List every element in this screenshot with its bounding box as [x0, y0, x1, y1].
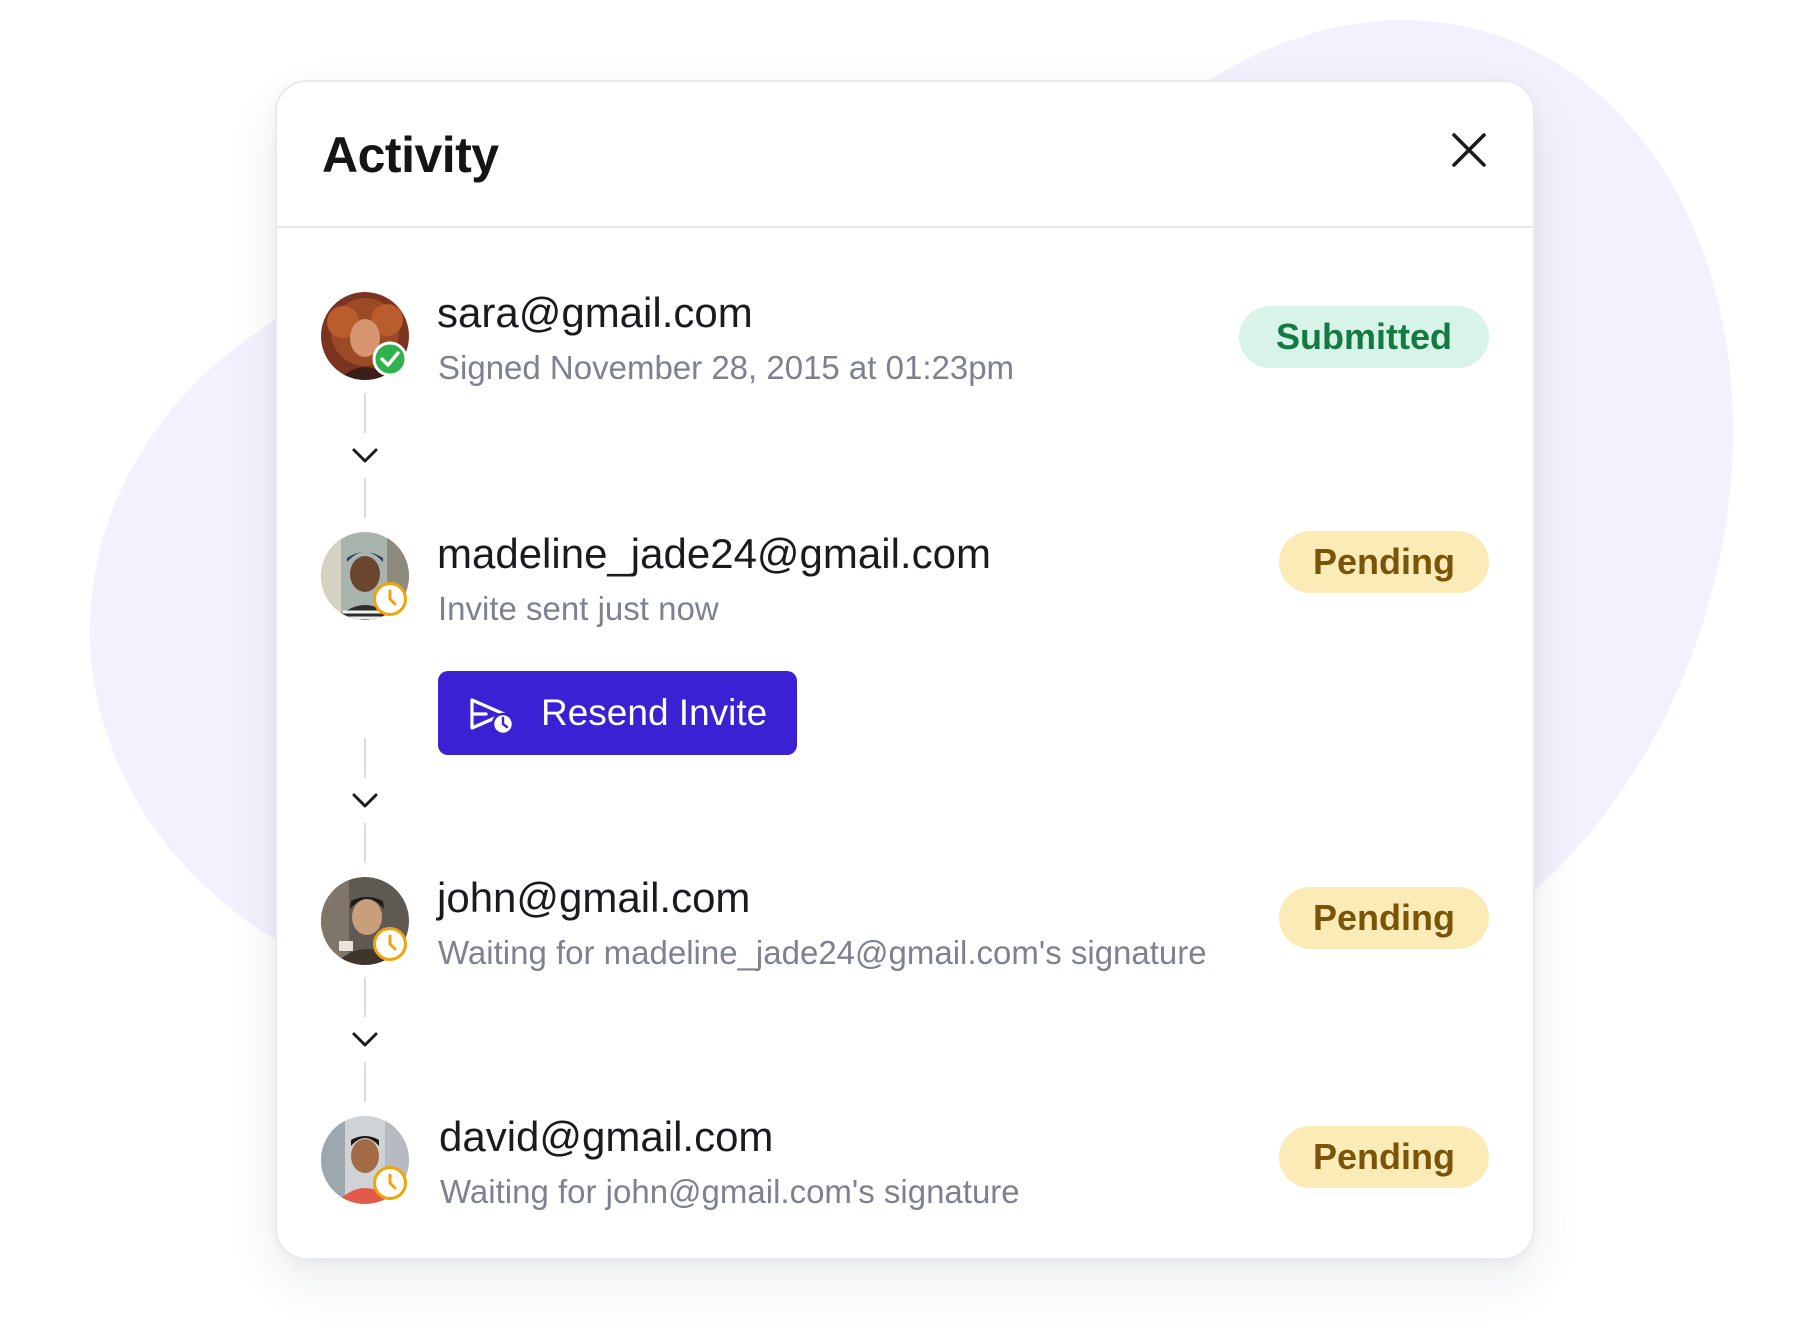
timeline-connector	[364, 1062, 366, 1102]
status-badge: Pending	[1279, 1126, 1489, 1188]
avatar	[321, 1116, 409, 1204]
close-icon	[1452, 133, 1486, 167]
timeline-connector	[364, 478, 366, 518]
chevron-down-icon	[349, 790, 381, 812]
activity-email: madeline_jade24@gmail.com	[437, 530, 991, 577]
status-badge: Pending	[1279, 887, 1489, 949]
panel-header: Activity	[277, 82, 1533, 228]
resend-invite-button[interactable]: Resend Invite	[438, 671, 797, 755]
status-badge: Submitted	[1239, 306, 1489, 368]
clock-icon	[372, 1165, 408, 1201]
activity-description: Waiting for john@gmail.com's signature	[440, 1173, 1020, 1210]
activity-email: john@gmail.com	[437, 874, 751, 921]
close-button[interactable]	[1447, 128, 1491, 172]
status-badge: Pending	[1279, 531, 1489, 593]
send-later-icon	[468, 695, 516, 735]
activity-panel: Activity sara@gmail.com Signed November …	[275, 80, 1535, 1260]
timeline-connector	[364, 738, 366, 778]
timeline-connector	[364, 393, 366, 433]
clock-icon	[372, 926, 408, 962]
activity-email: sara@gmail.com	[437, 289, 753, 336]
activity-description: Waiting for madeline_jade24@gmail.com's …	[438, 934, 1207, 971]
activity-email: david@gmail.com	[439, 1113, 774, 1160]
timeline-connector	[364, 977, 366, 1017]
resend-invite-label: Resend Invite	[541, 692, 768, 733]
check-circle-icon	[372, 341, 408, 377]
avatar	[321, 292, 409, 380]
avatar	[321, 532, 409, 620]
timeline-connector	[364, 823, 366, 863]
chevron-down-icon	[349, 445, 381, 467]
clock-icon	[372, 581, 408, 617]
activity-description: Signed November 28, 2015 at 01:23pm	[438, 349, 1015, 386]
panel-title: Activity	[322, 127, 499, 183]
activity-description: Invite sent just now	[438, 590, 719, 627]
chevron-down-icon	[349, 1029, 381, 1051]
avatar	[321, 877, 409, 965]
